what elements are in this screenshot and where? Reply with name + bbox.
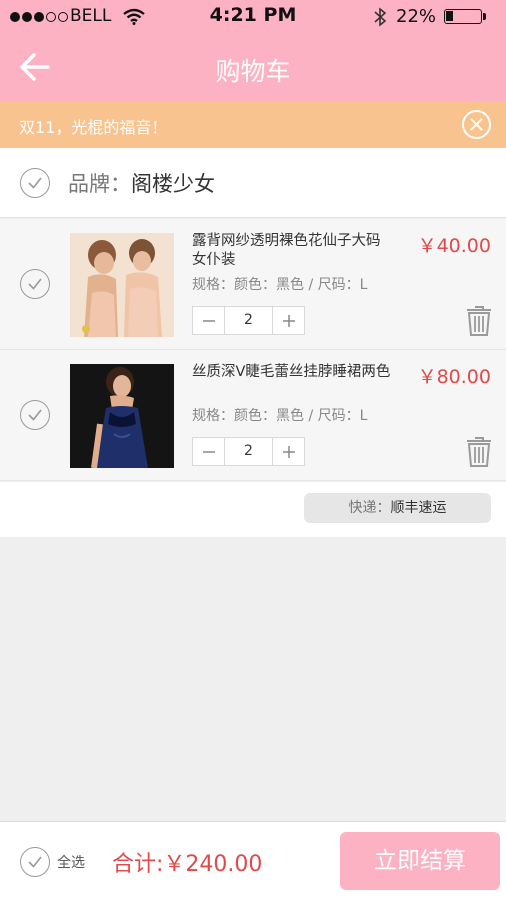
checkout-bar: 全选 合计:￥240.00 立即结算 [0, 821, 506, 900]
plus-icon [282, 314, 295, 327]
store-label: 品牌： [68, 172, 131, 196]
trash-icon[interactable] [465, 436, 493, 468]
page-title: 购物车 [215, 57, 291, 86]
checkmark-icon [28, 278, 42, 290]
battery-percent: 22% [396, 6, 437, 27]
quantity-input[interactable]: 2 [224, 307, 273, 334]
battery-tip [483, 13, 486, 20]
select-all-checkbox[interactable] [20, 847, 50, 877]
select-all-label[interactable]: 全选 [57, 852, 85, 872]
checkmark-icon [28, 856, 42, 868]
cart-item: 丝质深V睫毛蕾丝挂脖睡裙两色 规格：颜色：黑色 / 尺码：L ￥80.00 2 [0, 350, 506, 481]
shipping-label: 快递： [348, 500, 391, 516]
shipping-selector[interactable]: 快递：顺丰速运 [304, 493, 491, 523]
increase-button[interactable] [273, 307, 304, 334]
store-select-checkbox[interactable] [20, 168, 50, 198]
header-bar: BELL 4:21 PM 22% 购物车 [0, 0, 506, 101]
promo-banner: 双11，光棍的福音！ [0, 101, 506, 148]
checkmark-icon [28, 409, 42, 421]
decrease-button[interactable] [193, 307, 224, 334]
store-row: 品牌：阁楼少女 [0, 148, 506, 218]
minus-icon [202, 319, 215, 322]
shipping-value: 顺丰速运 [390, 500, 447, 516]
product-price: ￥40.00 [417, 235, 491, 257]
minus-icon [202, 450, 215, 453]
product-spec: 规格：颜色：黑色 / 尺码：L [192, 277, 368, 293]
product-spec: 规格：颜色：黑色 / 尺码：L [192, 408, 368, 424]
checkout-button[interactable]: 立即结算 [340, 832, 500, 890]
product-image[interactable] [70, 364, 174, 468]
store-name: 阁楼少女 [131, 172, 215, 196]
checkmark-icon [28, 177, 42, 189]
close-circle-icon[interactable] [461, 109, 492, 140]
product-name[interactable]: 丝质深V睫毛蕾丝挂脖睡裙两色 [192, 363, 392, 382]
battery-icon [444, 9, 482, 24]
increase-button[interactable] [273, 438, 304, 465]
product-price: ￥80.00 [417, 366, 491, 388]
item-select-checkbox[interactable] [20, 400, 50, 430]
quantity-input[interactable]: 2 [224, 438, 273, 465]
quantity-stepper: 2 [192, 437, 305, 466]
item-select-checkbox[interactable] [20, 269, 50, 299]
store-title: 品牌：阁楼少女 [68, 168, 215, 198]
product-name[interactable]: 露背网纱透明裸色花仙子大码女仆装 [192, 232, 392, 270]
bluetooth-icon [374, 7, 387, 27]
status-bar: BELL 4:21 PM 22% [0, 0, 506, 34]
decrease-button[interactable] [193, 438, 224, 465]
order-total: 合计:￥240.00 [112, 852, 263, 877]
promo-text: 双11，光棍的福音！ [19, 118, 168, 137]
cart-item: 露背网纱透明裸色花仙子大码女仆装 规格：颜色：黑色 / 尺码：L ￥40.00 … [0, 219, 506, 350]
product-image[interactable] [70, 233, 174, 337]
shipping-row: 快递：顺丰速运 [0, 482, 506, 537]
plus-icon [282, 445, 295, 458]
quantity-stepper: 2 [192, 306, 305, 335]
trash-icon[interactable] [465, 305, 493, 337]
battery-level [446, 11, 453, 21]
